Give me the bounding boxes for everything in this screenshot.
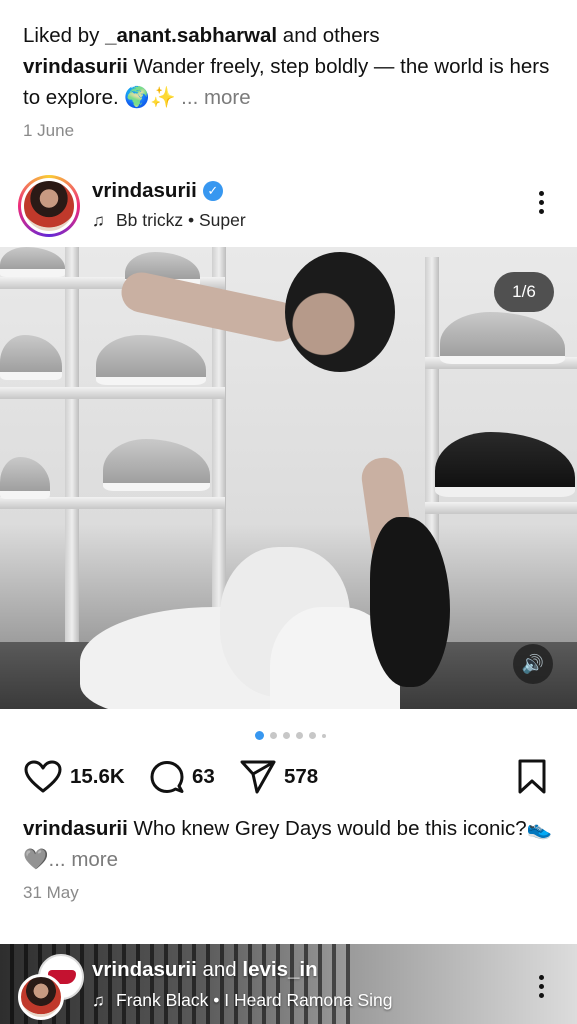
carousel-dot <box>322 733 326 738</box>
media-counter: 1/6 <box>494 272 554 312</box>
comment-count[interactable]: 63 <box>192 765 215 789</box>
more-options-icon[interactable] <box>530 972 552 1004</box>
liked-by-prefix: Liked by <box>23 24 106 47</box>
caption-more-link[interactable]: ... more <box>181 86 251 109</box>
previous-post-caption: Liked by _anant.sabharwal and others vri… <box>23 20 563 113</box>
music-note-icon: ♫ <box>92 991 105 1010</box>
next-post-audio-label[interactable]: Frank Black • I Heard Ramona Sing <box>116 990 393 1010</box>
music-note-icon: ♫ <box>92 211 105 230</box>
comment-bubble-icon <box>150 761 184 793</box>
carousel-indicator <box>255 727 332 741</box>
next-post-user-b[interactable]: levis_in <box>242 958 317 981</box>
share-button[interactable]: 578 <box>240 760 318 794</box>
post-caption: vrindasurii Who knew Grey Days would be … <box>23 813 563 875</box>
carousel-dot <box>309 732 316 740</box>
more-options-icon[interactable] <box>530 188 552 220</box>
audio-track-label[interactable]: Bb trickz • Super <box>116 210 246 230</box>
post-date: 31 May <box>23 883 79 902</box>
comment-button[interactable]: 63 <box>150 760 215 794</box>
liked-by-suffix[interactable]: and others <box>277 24 380 47</box>
next-post-and: and <box>196 958 243 981</box>
liked-by-username[interactable]: _anant.sabharwal <box>105 24 277 47</box>
carousel-dot <box>283 732 290 740</box>
previous-post-date: 1 June <box>23 121 75 140</box>
post-username[interactable]: vrindasurii ✓ <box>92 179 223 203</box>
avatar-image <box>24 181 74 231</box>
post-actions: 15.6K 63 578 <box>0 755 577 799</box>
post-header: vrindasurii ✓ ♫ Bb trickz • Super <box>0 170 577 242</box>
caption-more-link[interactable]: ... more <box>49 848 119 871</box>
speaker-icon[interactable]: 🔊 <box>513 644 553 684</box>
post-audio[interactable]: ♫ Bb trickz • Super <box>92 210 246 231</box>
next-post-audio[interactable]: ♫ Frank Black • I Heard Ramona Sing <box>92 990 393 1011</box>
paper-plane-icon <box>240 760 276 794</box>
next-post-usernames[interactable]: vrindasurii and levis_in <box>92 958 318 982</box>
username-text[interactable]: vrindasurii <box>92 179 197 202</box>
caption-username[interactable]: vrindasurii <box>23 55 128 78</box>
heart-icon <box>24 760 62 793</box>
verified-badge-icon: ✓ <box>202 181 223 201</box>
carousel-dot <box>270 732 277 740</box>
share-count[interactable]: 578 <box>284 765 318 789</box>
bookmark-icon[interactable] <box>516 759 548 795</box>
collab-avatar-user[interactable] <box>18 974 64 1020</box>
like-count[interactable]: 15.6K <box>70 765 125 789</box>
next-post-user-a[interactable]: vrindasurii <box>92 958 197 981</box>
avatar[interactable] <box>18 175 80 237</box>
carousel-dot-active <box>255 731 264 741</box>
liked-by-line: Liked by _anant.sabharwal and others <box>23 20 563 51</box>
caption-username[interactable]: vrindasurii <box>23 817 128 840</box>
carousel-dot <box>296 732 303 740</box>
post-media[interactable]: 1/6 🔊 <box>0 247 577 709</box>
next-post[interactable]: vrindasurii and levis_in ♫ Frank Black • … <box>0 944 577 1024</box>
like-button[interactable]: 15.6K <box>24 760 125 794</box>
